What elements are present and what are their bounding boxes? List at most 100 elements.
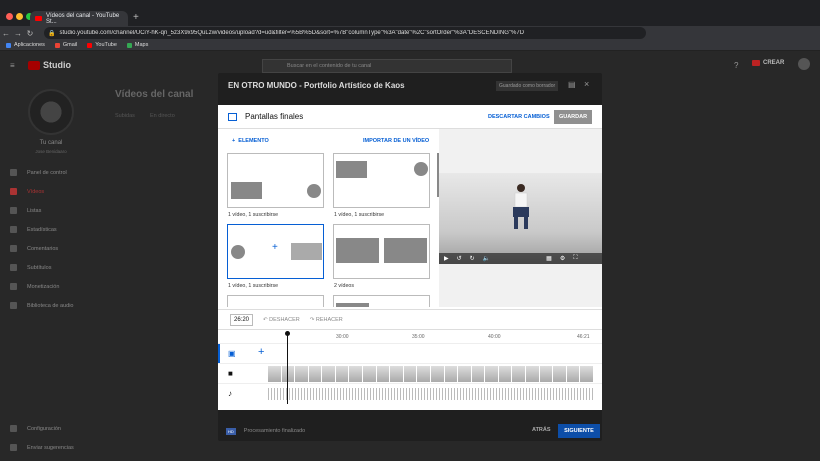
ruler-tick: 46:21 <box>577 334 590 340</box>
modal-footer: HD Procesamiento finalizado ATRÁS SIGUIE… <box>218 421 602 441</box>
studio-logo[interactable]: Studio <box>28 60 71 70</box>
minimize-window-icon[interactable] <box>16 13 23 20</box>
help-icon[interactable]: ? <box>734 61 738 70</box>
forward-icon[interactable]: ↻ <box>470 255 475 262</box>
subscribe-placeholder <box>414 162 428 176</box>
channel-avatar[interactable] <box>28 89 74 135</box>
sidebar-item-audio-library[interactable]: Biblioteca de audio <box>10 302 73 309</box>
browser-tab-bar: Vídeos del canal - YouTube St... + <box>0 0 820 26</box>
template-card[interactable] <box>227 153 324 208</box>
tab-uploads[interactable]: Subidas <box>115 113 135 119</box>
feedback-icon[interactable]: ▤ <box>568 80 576 89</box>
storyboard-icon[interactable]: ▦ <box>546 255 552 262</box>
playhead[interactable] <box>287 334 288 404</box>
add-element-button[interactable]: + ELEMENTO <box>232 138 269 144</box>
template-caption: 2 vídeos <box>334 283 355 289</box>
sidebar-item-comments[interactable]: Comentarios <box>10 245 58 252</box>
bookmark-apps[interactable]: Aplicaciones <box>6 42 45 48</box>
time-input[interactable]: 26:20 <box>230 313 254 326</box>
channel-name: Tu canal <box>39 140 63 146</box>
video-thumbnails <box>268 366 593 382</box>
redo-button[interactable]: ↷ REHACER <box>310 317 343 323</box>
audio-library-icon <box>10 302 17 309</box>
selected-track-indicator <box>218 344 220 364</box>
template-card[interactable] <box>333 153 430 208</box>
play-icon[interactable]: ▶ <box>444 255 449 262</box>
draft-status-badge: Guardado como borrador <box>496 81 559 91</box>
avatar[interactable] <box>798 58 810 70</box>
template-card[interactable] <box>333 224 430 279</box>
timeline-toolbar: 26:20 ↶ DESHACER ↷ REHACER <box>218 309 602 329</box>
sidebar-item-playlists[interactable]: Listas <box>10 207 41 214</box>
sidebar-label: Panel de control <box>27 169 67 176</box>
audio-track[interactable]: ♪ <box>218 383 602 403</box>
channel-handle: Jose Benidaaro <box>35 149 67 154</box>
close-icon[interactable]: × <box>584 79 589 89</box>
bookmark-maps[interactable]: Maps <box>126 42 148 48</box>
editor-title: Pantallas finales <box>245 112 304 121</box>
video-placeholder <box>336 303 369 307</box>
back-icon[interactable]: ← <box>0 29 12 38</box>
ruler-tick: 40:00 <box>488 334 501 340</box>
sidebar-item-monetization[interactable]: Monetización <box>10 283 59 290</box>
sidebar-item-subtitles[interactable]: Subtítulos <box>10 264 51 271</box>
video-track[interactable]: ■ <box>218 363 602 383</box>
discard-changes-button[interactable]: DESCARTAR CAMBIOS <box>488 114 550 120</box>
video-placeholder <box>291 243 322 260</box>
forward-icon[interactable]: → <box>12 29 24 38</box>
sidebar-item-feedback[interactable]: Enviar sugerencias <box>10 444 74 451</box>
template-card[interactable] <box>333 295 430 307</box>
subtitles-icon <box>10 264 17 271</box>
back-button[interactable]: ATRÁS <box>532 427 551 433</box>
audio-waveform <box>268 388 593 400</box>
create-label: CREAR <box>763 60 785 66</box>
video-placeholder <box>231 182 262 199</box>
search-input[interactable]: Buscar en el contenido de tu canal <box>262 59 512 73</box>
sidebar-label: Configuración <box>27 425 61 432</box>
sidebar: Tu canal Jose Benidaaro Panel de control… <box>0 81 102 461</box>
ruler-tick: 35:00 <box>412 334 425 340</box>
add-element-icon[interactable]: + <box>258 346 264 358</box>
youtube-icon <box>35 16 42 21</box>
bookmark-label: YouTube <box>95 42 117 48</box>
template-caption: 1 vídeo, 1 suscribirse <box>228 283 279 289</box>
video-placeholder <box>336 161 367 178</box>
video-player[interactable]: ▶ ↺ ↻ 🔈 ▦ ⚙ ⛶ <box>439 173 602 264</box>
bookmark-youtube[interactable]: YouTube <box>87 42 117 48</box>
fullscreen-icon[interactable]: ⛶ <box>573 255 577 262</box>
tab-live[interactable]: En directo <box>150 113 175 119</box>
browser-tab[interactable]: Vídeos del canal - YouTube St... <box>30 11 128 26</box>
video-camera-icon: ■ <box>228 369 233 378</box>
gmail-icon <box>54 42 60 48</box>
address-bar[interactable]: 🔒 studio.youtube.com/channel/UCiY-hK-qn_… <box>44 27 646 39</box>
sidebar-item-dashboard[interactable]: Panel de control <box>10 169 67 176</box>
bookmark-gmail[interactable]: Gmail <box>54 42 77 48</box>
sidebar-item-videos[interactable]: Vídeos <box>10 188 44 195</box>
playhead-handle[interactable] <box>285 331 290 336</box>
dashboard-icon <box>10 169 17 176</box>
import-from-video-button[interactable]: IMPORTAR DE UN VÍDEO <box>363 138 429 144</box>
template-card-selected[interactable]: + <box>227 224 324 279</box>
rewind-icon[interactable]: ↺ <box>457 255 462 262</box>
close-window-icon[interactable] <box>6 13 13 20</box>
save-button[interactable]: GUARDAR <box>554 110 592 124</box>
new-tab-icon[interactable]: + <box>133 12 139 23</box>
bookmarks-bar: Aplicaciones Gmail YouTube Maps <box>0 40 820 51</box>
sidebar-label: Biblioteca de audio <box>27 302 74 309</box>
sidebar-item-analytics[interactable]: Estadísticas <box>10 226 57 233</box>
next-button[interactable]: SIGUIENTE <box>558 424 600 438</box>
bookmark-label: Aplicaciones <box>14 42 45 48</box>
reload-icon[interactable]: ↻ <box>24 29 36 38</box>
menu-icon[interactable]: ≡ <box>10 61 15 70</box>
browser-tab-title: Vídeos del canal - YouTube St... <box>46 12 120 25</box>
templates-pane: + ELEMENTO IMPORTAR DE UN VÍDEO 1 vídeo,… <box>218 129 436 307</box>
create-button[interactable]: CREAR <box>752 60 784 66</box>
template-card[interactable] <box>227 295 324 307</box>
sidebar-item-settings[interactable]: Configuración <box>10 425 61 432</box>
gear-icon[interactable]: ⚙ <box>560 255 565 262</box>
undo-label: DESHACER <box>269 316 300 323</box>
undo-button[interactable]: ↶ DESHACER <box>263 317 300 323</box>
volume-icon[interactable]: 🔈 <box>483 255 490 262</box>
analytics-icon <box>10 226 17 233</box>
end-screen-track[interactable]: ▣ + <box>218 343 602 364</box>
